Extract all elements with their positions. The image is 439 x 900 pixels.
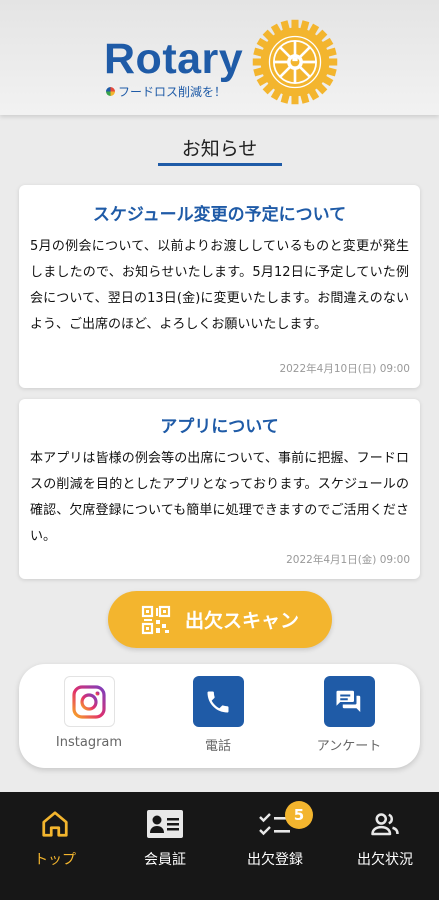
instagram-label: Instagram: [55, 735, 123, 750]
instagram-link[interactable]: Instagram: [34, 676, 144, 750]
app-header: Rotary フードロス削減を！: [0, 0, 439, 115]
tab-top-label: トップ: [34, 852, 76, 868]
tab-member-card-label: 会員証: [144, 852, 186, 868]
notice-body: 本アプリは皆様の例会等の出席について、事前に把握、フードロスの削減を目的としたア…: [30, 451, 409, 544]
notice-date: 2022年4月1日(金) 09:00: [286, 554, 410, 566]
scan-button-label: 出欠スキャン: [184, 610, 299, 632]
home-icon: [35, 806, 75, 842]
phone-link[interactable]: 電話: [163, 676, 273, 754]
tab-attendance-status-label: 出欠状況: [357, 852, 413, 868]
notification-badge: 5: [285, 801, 313, 829]
tagline: フードロス削減を！: [106, 83, 226, 100]
notice-card[interactable]: スケジュール変更の予定について 5月の例会について、以前よりお渡ししているものと…: [19, 185, 420, 388]
quick-links-panel: Instagram 電話 アンケート: [19, 664, 420, 768]
notice-card[interactable]: アプリについて 本アプリは皆様の例会等の出席について、事前に把握、フードロスの削…: [19, 399, 420, 579]
notice-body: 5月の例会について、以前よりお渡ししているものと変更が発生しましたので、お知らせ…: [30, 239, 409, 332]
qr-code-icon: [141, 605, 171, 634]
attendance-scan-button[interactable]: 出欠スキャン: [108, 591, 332, 648]
tab-attendance-register[interactable]: 出欠登録: [220, 792, 330, 900]
section-title: お知らせ: [181, 138, 258, 160]
phone-icon: [192, 676, 244, 727]
people-icon: [365, 806, 405, 842]
bottom-tab-bar: トップ 会員証 出欠登録 出欠状況: [0, 792, 439, 900]
rotary-wheel-logo: [252, 19, 338, 105]
survey-label: アンケート: [316, 739, 382, 754]
brand-logo-text: Rotary: [104, 35, 244, 83]
phone-label: 電話: [204, 739, 231, 754]
notice-date: 2022年4月10日(日) 09:00: [279, 363, 410, 375]
tab-attendance-register-label: 出欠登録: [247, 852, 303, 868]
tab-member-card[interactable]: 会員証: [110, 792, 220, 900]
notice-title: アプリについて: [160, 417, 279, 437]
survey-link[interactable]: アンケート: [294, 676, 404, 754]
instagram-icon: [63, 676, 115, 727]
member-card-icon: [145, 806, 185, 842]
tagline-text: フードロス削減を！: [118, 85, 227, 99]
tab-attendance-status[interactable]: 出欠状況: [330, 792, 439, 900]
notice-title: スケジュール変更の予定について: [92, 205, 347, 225]
tab-top[interactable]: トップ: [0, 792, 110, 900]
tagline-dot-icon: [106, 87, 115, 96]
chat-icon: [323, 676, 375, 727]
section-underline: [158, 163, 282, 166]
